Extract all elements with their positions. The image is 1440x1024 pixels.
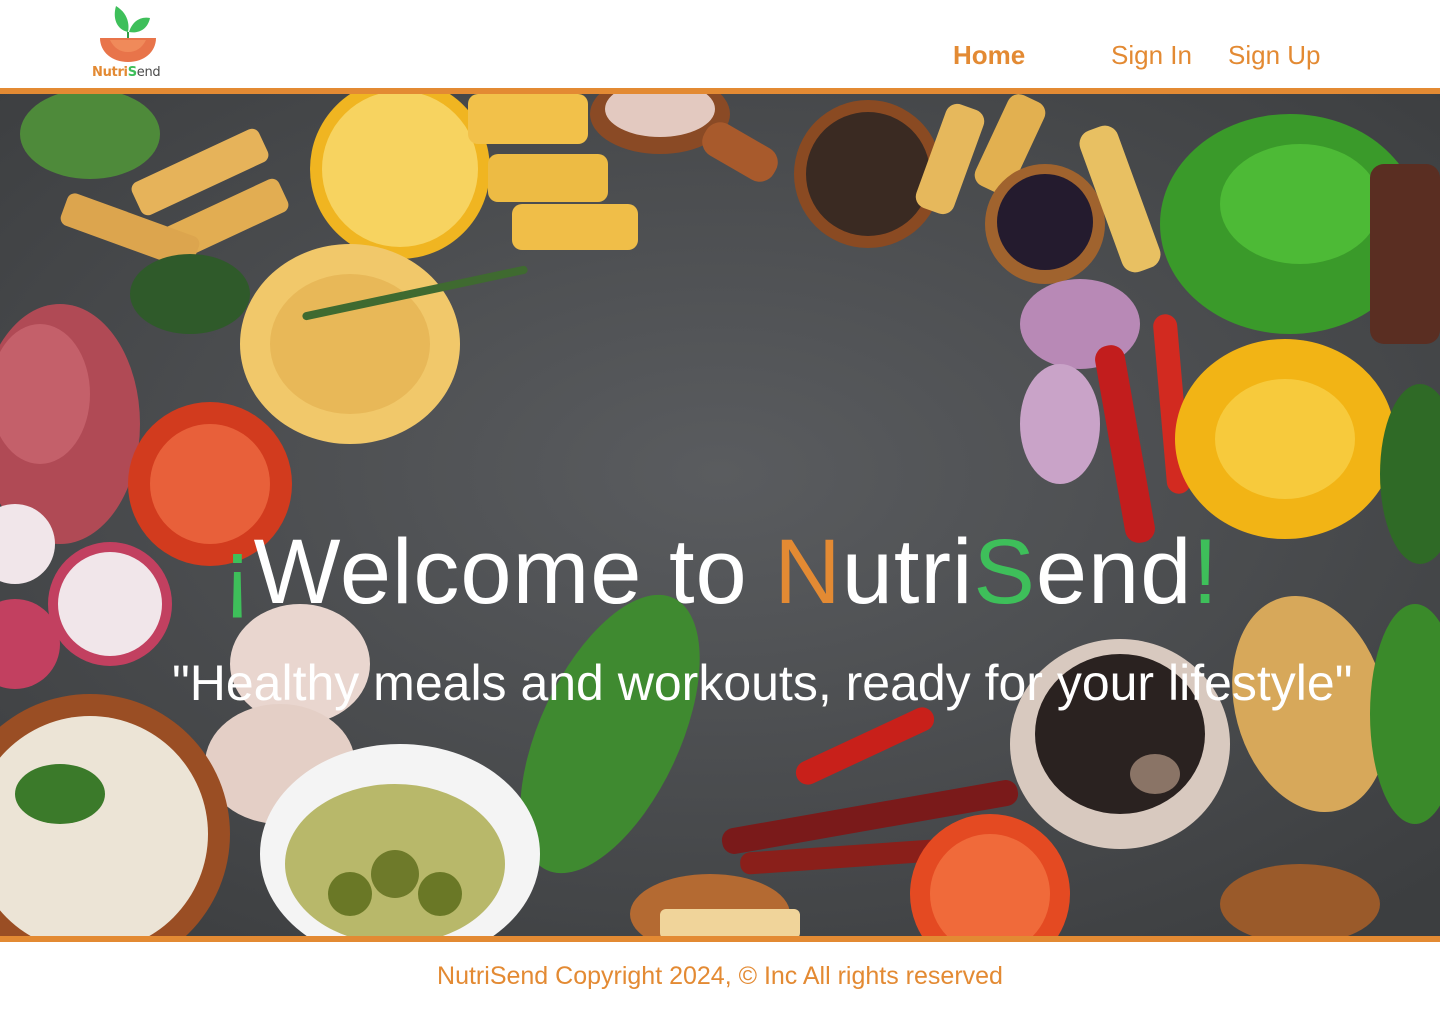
footer-divider [0, 936, 1440, 942]
header: NutriSend Home Sign In Sign Up [0, 0, 1440, 88]
welcome-inverted-exclamation: ¡ [222, 521, 254, 623]
welcome-brand-s: S [973, 521, 1036, 623]
main-nav: Home Sign In Sign Up [0, 40, 1440, 80]
nav-sign-in-link[interactable]: Sign In [1111, 40, 1192, 71]
hero-banner: ¡Welcome to NutriSend! "Healthy meals an… [0, 94, 1440, 936]
hero-food-background-image [0, 94, 1440, 936]
hero-welcome-heading: ¡Welcome to NutriSend! [222, 521, 1422, 623]
nav-sign-up-link[interactable]: Sign Up [1228, 40, 1321, 71]
welcome-text: Welcome to [253, 521, 775, 623]
welcome-exclamation: ! [1192, 521, 1219, 623]
nav-home-link[interactable]: Home [953, 40, 1025, 71]
hero-tagline: "Healthy meals and workouts, ready for y… [172, 655, 1353, 711]
welcome-brand-end: end [1035, 521, 1193, 623]
footer-copyright: NutriSend Copyright 2024, © Inc All righ… [437, 962, 1003, 990]
welcome-brand-n: N [774, 521, 842, 623]
welcome-brand-utri: utri [841, 521, 974, 623]
